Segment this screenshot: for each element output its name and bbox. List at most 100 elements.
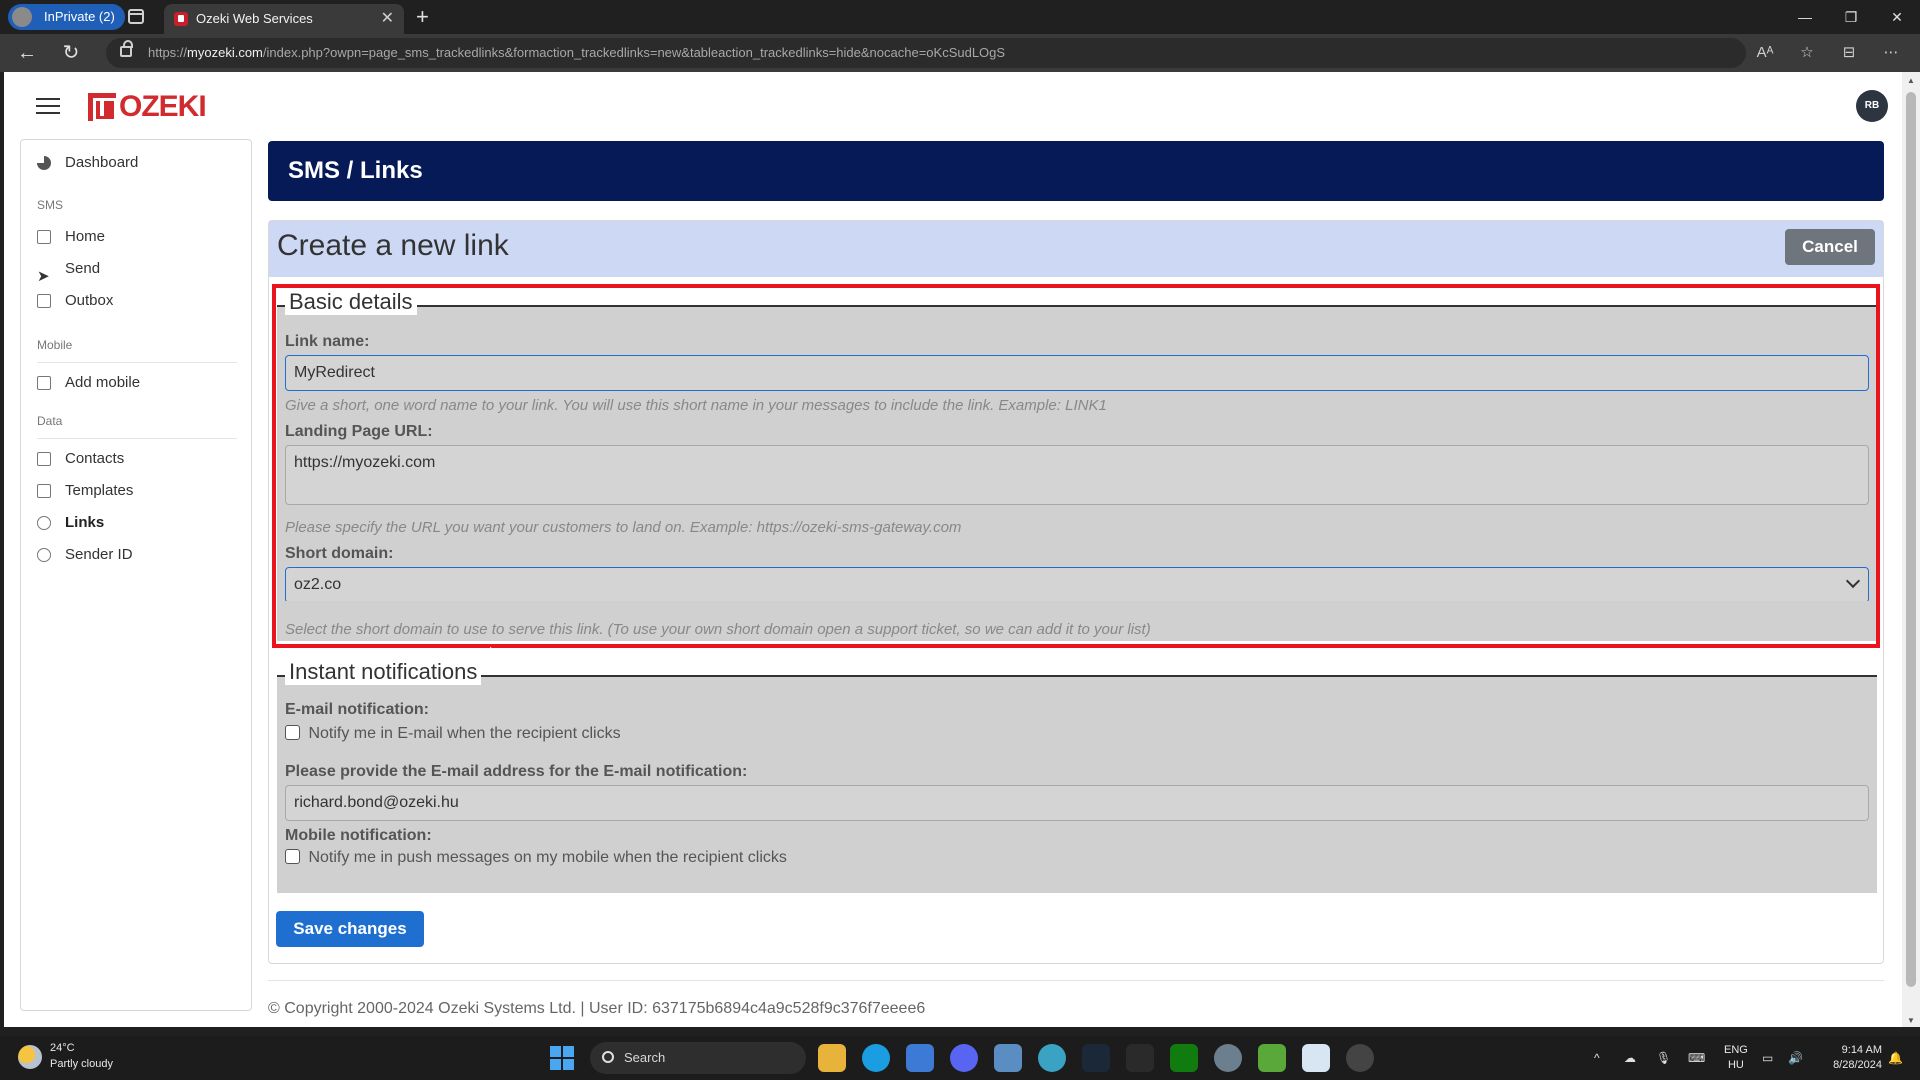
paper-plane-icon: ➤ bbox=[37, 268, 50, 285]
sidebar-item-templates[interactable]: Templates bbox=[21, 476, 251, 506]
scrollbar-thumb[interactable] bbox=[1906, 92, 1916, 987]
url-text[interactable]: https://myozeki.com/index.php?owpn=page_… bbox=[148, 38, 1005, 68]
input-language[interactable]: ENG HU bbox=[1724, 1043, 1748, 1073]
mobile-notify-option[interactable]: Notify me in push messages on my mobile … bbox=[285, 849, 787, 867]
microsoft-store-icon[interactable] bbox=[906, 1044, 934, 1072]
logo-text: OZEKI bbox=[119, 90, 207, 123]
email-notification-label: E-mail notification: bbox=[285, 701, 429, 718]
sidebar-item-dashboard[interactable]: Dashboard bbox=[21, 148, 251, 178]
cancel-button[interactable]: Cancel bbox=[1785, 229, 1875, 265]
form-title: Create a new link bbox=[277, 229, 509, 262]
sidebar-item-label: Links bbox=[65, 514, 105, 531]
legend-divider bbox=[277, 675, 1877, 677]
clock-date: 8/28/2024 bbox=[1833, 1059, 1882, 1071]
email-notify-checkbox[interactable] bbox=[285, 725, 300, 740]
edge-browser-icon[interactable] bbox=[862, 1044, 890, 1072]
xbox-icon[interactable] bbox=[1170, 1044, 1198, 1072]
onedrive-cloud-icon[interactable]: ☁ bbox=[1624, 1036, 1636, 1080]
refresh-icon[interactable]: ↻ bbox=[56, 38, 86, 68]
link-name-label: Link name: bbox=[285, 333, 370, 350]
sidebar-item-links[interactable]: Links bbox=[21, 508, 251, 538]
basic-details-section: Basic details Link name: MyRedirect Give… bbox=[277, 289, 1877, 509]
show-hidden-icons-icon[interactable]: ^ bbox=[1594, 1036, 1600, 1080]
landing-url-label: Landing Page URL: bbox=[285, 423, 433, 440]
close-window-icon[interactable]: ✕ bbox=[1874, 0, 1920, 34]
tab-title: Ozeki Web Services bbox=[196, 11, 313, 26]
media-app-icon[interactable] bbox=[1346, 1044, 1374, 1072]
read-aloud-icon[interactable]: Aᴬ bbox=[1750, 38, 1780, 68]
short-domain-select[interactable]: oz2.co bbox=[285, 567, 1869, 603]
weather-temperature[interactable]: 24°C bbox=[50, 1042, 75, 1054]
ozeki-logo[interactable]: OZEKI bbox=[88, 90, 207, 124]
sidebar-section-mobile: Mobile bbox=[37, 338, 73, 352]
sidebar-item-send[interactable]: ➤ Send bbox=[21, 254, 251, 285]
photos-icon[interactable] bbox=[994, 1044, 1022, 1072]
sidebar-item-label: Contacts bbox=[65, 450, 125, 467]
globe-app-icon[interactable] bbox=[1038, 1044, 1066, 1072]
tab-actions-icon[interactable] bbox=[128, 9, 144, 24]
page-content: OZEKI RB Dashboard SMS Home ➤ Send Outbo… bbox=[4, 72, 1902, 1027]
sidebar-item-label: Send bbox=[65, 260, 101, 277]
scroll-down-icon[interactable]: ▼ bbox=[1906, 1016, 1916, 1025]
sidebar-item-add-mobile[interactable]: Add mobile bbox=[21, 368, 251, 398]
split-screen-icon[interactable]: ⊟ bbox=[1834, 38, 1864, 68]
windows-start-icon[interactable] bbox=[550, 1046, 574, 1070]
hamburger-menu-icon[interactable] bbox=[36, 98, 60, 118]
inprivate-label: InPrivate (2) bbox=[44, 9, 115, 24]
ozeki-logo-icon bbox=[88, 93, 117, 122]
more-menu-icon[interactable]: ⋯ bbox=[1876, 38, 1906, 68]
sidebar-divider bbox=[37, 438, 237, 439]
search-label: Search bbox=[624, 1050, 666, 1065]
email-notify-option[interactable]: Notify me in E-mail when the recipient c… bbox=[285, 725, 621, 743]
keyboard-icon[interactable]: ⌨ bbox=[1688, 1036, 1705, 1080]
link-name-input[interactable]: MyRedirect bbox=[285, 355, 1869, 391]
epic-games-icon[interactable] bbox=[1126, 1044, 1154, 1072]
partly-cloudy-icon[interactable] bbox=[18, 1045, 42, 1069]
save-changes-button[interactable]: Save changes bbox=[276, 911, 424, 947]
email-address-label: Please provide the E-mail address for th… bbox=[285, 763, 748, 780]
restore-icon[interactable]: ❐ bbox=[1828, 0, 1874, 34]
sidebar-item-label: Templates bbox=[65, 482, 134, 499]
landing-url-help: Please specify the URL you want your cus… bbox=[285, 519, 962, 536]
close-tab-icon[interactable]: ✕ bbox=[381, 4, 394, 34]
sidebar-item-home[interactable]: Home bbox=[21, 222, 251, 252]
short-domain-value: oz2.co bbox=[294, 576, 342, 593]
minimize-icon[interactable]: — bbox=[1782, 0, 1828, 34]
back-icon[interactable]: ← bbox=[12, 38, 42, 68]
inprivate-badge[interactable]: InPrivate (2) bbox=[8, 4, 125, 30]
favorite-star-icon[interactable]: ☆ bbox=[1792, 38, 1822, 68]
legend-divider bbox=[277, 305, 1877, 307]
sidebar-item-label: Outbox bbox=[65, 292, 114, 309]
clock-time: 9:14 AM bbox=[1841, 1044, 1882, 1056]
sidebar-item-contacts[interactable]: Contacts bbox=[21, 444, 251, 474]
taskbar-search[interactable]: Search bbox=[590, 1042, 806, 1074]
volume-icon[interactable]: 🔊 bbox=[1788, 1036, 1803, 1080]
scroll-up-icon[interactable]: ▲ bbox=[1906, 76, 1916, 85]
microphone-icon[interactable]: 🎙 bbox=[1656, 1036, 1671, 1080]
landing-url-textarea[interactable]: https://myozeki.com bbox=[285, 445, 1869, 505]
weather-description[interactable]: Partly cloudy bbox=[50, 1058, 113, 1070]
steam-icon[interactable] bbox=[1082, 1044, 1110, 1072]
page-scrollbar[interactable]: ▲ ▼ bbox=[1902, 72, 1920, 1027]
browser-tab[interactable]: Ozeki Web Services ✕ bbox=[164, 4, 404, 34]
sidebar-item-outbox[interactable]: Outbox bbox=[21, 286, 251, 316]
mobile-notify-checkbox[interactable] bbox=[285, 849, 300, 864]
taskbar-clock[interactable]: 9:14 AM 8/28/2024 bbox=[1820, 1043, 1882, 1073]
sidebar-item-label: Dashboard bbox=[65, 154, 139, 171]
sidebar-item-sender-id[interactable]: Sender ID bbox=[21, 540, 251, 570]
paint-app-icon[interactable] bbox=[1302, 1044, 1330, 1072]
discord-icon[interactable] bbox=[950, 1044, 978, 1072]
settings-gear-icon[interactable] bbox=[1214, 1044, 1242, 1072]
lock-icon[interactable] bbox=[120, 40, 133, 57]
network-icon[interactable]: ▭ bbox=[1762, 1036, 1773, 1080]
file-explorer-icon[interactable] bbox=[818, 1044, 846, 1072]
minecraft-icon[interactable] bbox=[1258, 1044, 1286, 1072]
mobile-notification-label: Mobile notification: bbox=[285, 827, 432, 844]
notifications-bell-icon[interactable]: 🔔 bbox=[1888, 1036, 1903, 1080]
user-avatar[interactable]: RB bbox=[1856, 90, 1888, 122]
new-tab-icon[interactable]: + bbox=[416, 2, 429, 32]
url-field[interactable]: https://myozeki.com/index.php?owpn=page_… bbox=[106, 38, 1746, 68]
email-address-input[interactable]: richard.bond@ozeki.hu bbox=[285, 785, 1869, 821]
link-name-help: Give a short, one word name to your link… bbox=[285, 397, 1107, 414]
search-icon bbox=[602, 1051, 614, 1063]
